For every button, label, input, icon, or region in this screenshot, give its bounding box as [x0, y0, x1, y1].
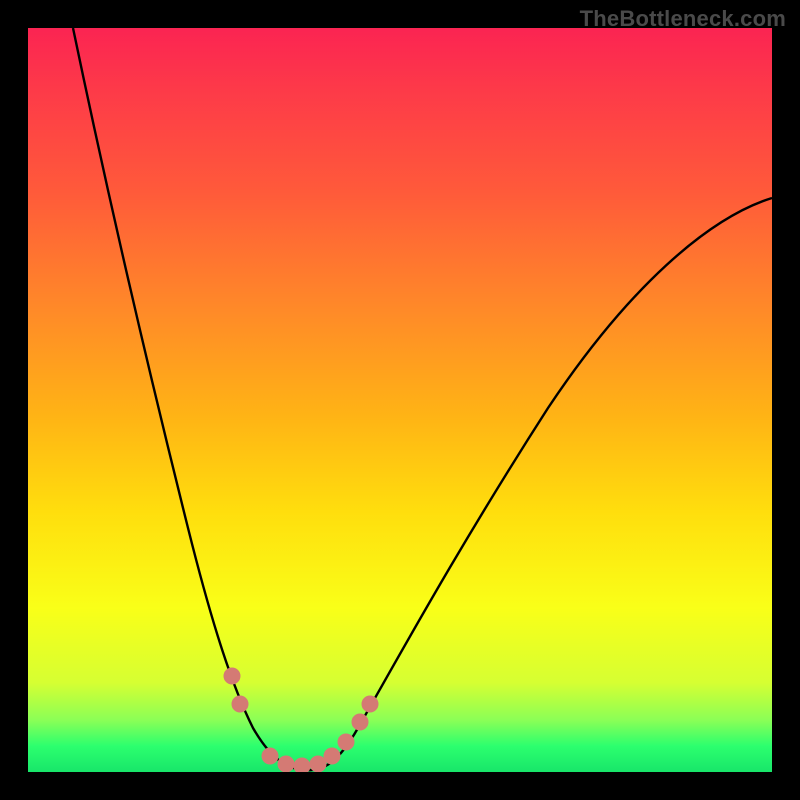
bottleneck-curve-svg — [28, 28, 772, 772]
chart-container: TheBottleneck.com — [0, 0, 800, 800]
watermark: TheBottleneck.com — [580, 6, 786, 32]
bottleneck-curve — [73, 28, 772, 770]
plot-area — [28, 28, 772, 772]
highlight-dots — [224, 668, 378, 772]
